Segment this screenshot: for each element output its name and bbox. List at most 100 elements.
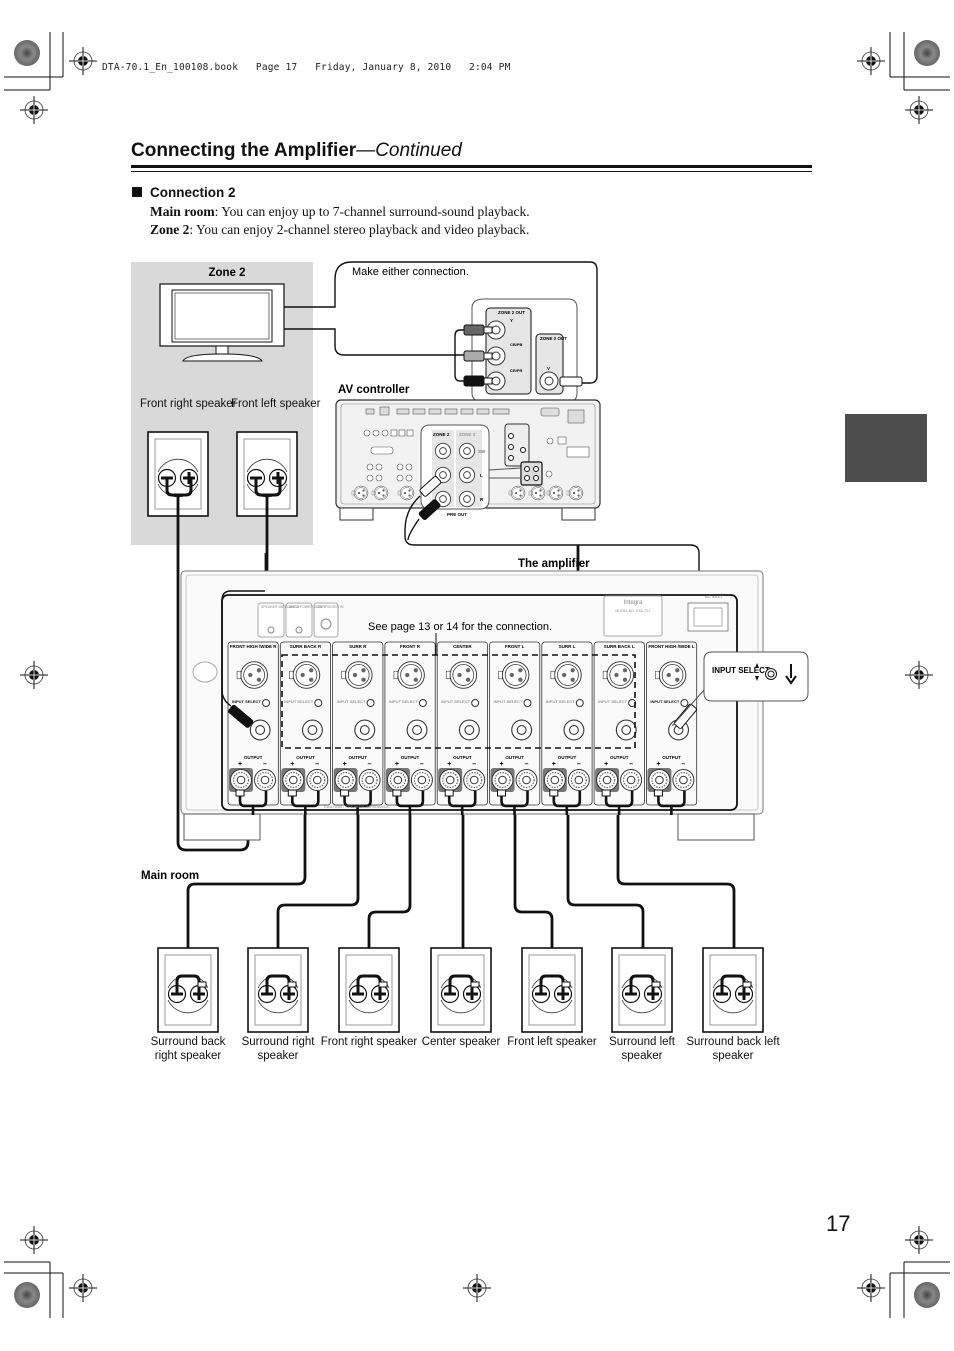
minus-label: – [315, 761, 319, 768]
amplifier-label: The amplifier [518, 558, 590, 570]
svg-text:PRE OUT: PRE OUT [447, 512, 467, 517]
make-either-connection-note: Make either connection. [352, 266, 469, 278]
channel-label: SURR BACK L [604, 644, 635, 649]
plus-label: + [290, 761, 294, 768]
input-select-label: INPUT SELECT [337, 699, 366, 704]
channel-label: FRONT HIGH /WIDE L [648, 644, 694, 649]
svg-text:CR/PR: CR/PR [510, 368, 523, 373]
minus-label: – [420, 761, 424, 768]
main-speaker-label: Front right speaker [320, 1036, 418, 1048]
output-label: OUTPUT [453, 755, 472, 760]
minus-label: – [629, 761, 633, 768]
input-select-switch[interactable] [314, 699, 323, 707]
input-select-switch[interactable] [471, 699, 480, 707]
input-select-switch[interactable] [523, 699, 532, 707]
main-speaker [338, 947, 400, 1033]
channel-label: FRONT L [505, 644, 525, 649]
svg-text:MODEL NO. DTA-70.1: MODEL NO. DTA-70.1 [615, 609, 650, 613]
svg-text:ZONE 3: ZONE 3 [459, 432, 476, 437]
av-controller-label: AV controller [338, 384, 410, 396]
svg-text:ZONE 2: ZONE 2 [433, 432, 450, 437]
svg-text:SW: SW [478, 449, 486, 454]
input-select-switch[interactable] [418, 699, 427, 707]
svg-text:INPUT SELECT: INPUT SELECT [712, 666, 770, 675]
channel-label: FRONT HIGH /WIDE R [230, 644, 277, 649]
output-label: OUTPUT [662, 755, 681, 760]
main-speaker-label: Surround right speaker [241, 1036, 315, 1062]
amp-channel: SURR R INPUT SELECT OUTPUT+ – [332, 641, 384, 815]
amp-channel: SURR BACK L INPUT SELECT OUTPUT+ – [593, 641, 645, 815]
plus-label: + [552, 761, 556, 768]
input-select-label: INPUT SELECT [284, 699, 313, 704]
zone2-label: Zone 2 [208, 267, 245, 279]
amp-channel: FRONT HIGH /WIDE L INPUT SELECT OUTPUT+ – [646, 641, 698, 815]
amp-channel: FRONT R INPUT SELECT OUTPUT+ – [384, 641, 436, 815]
input-select-label: INPUT SELECT [389, 699, 418, 704]
output-label: OUTPUT [244, 755, 263, 760]
main-speaker [702, 947, 764, 1033]
input-select-switch[interactable] [680, 699, 689, 707]
svg-text:ZONE 2 OUT: ZONE 2 OUT [540, 336, 567, 341]
minus-label: – [263, 761, 267, 768]
plus-label: + [447, 761, 451, 768]
main-speaker [611, 947, 673, 1033]
minus-label: – [525, 761, 529, 768]
main-room-speakers [157, 947, 764, 1033]
plus-label: + [500, 761, 504, 768]
input-select-label: INPUT SELECT [546, 699, 575, 704]
see-page-note: See page 13 or 14 for the connection. [368, 621, 552, 633]
output-label: OUTPUT [296, 755, 315, 760]
amp-channel: CENTER INPUT SELECT OUTPUT+ – [436, 641, 488, 815]
input-select-switch[interactable] [575, 699, 584, 707]
svg-text:Integra: Integra [624, 600, 643, 606]
main-speaker [430, 947, 492, 1033]
plus-label: + [343, 761, 347, 768]
svg-text:12V TRIGGER IN: 12V TRIGGER IN [316, 605, 344, 609]
input-select-label: INPUT SELECT [494, 699, 523, 704]
svg-text:L: L [480, 473, 483, 478]
page-number: 17 [826, 1211, 851, 1236]
output-label: OUTPUT [505, 755, 524, 760]
main-speaker-label: Center speaker [421, 1036, 501, 1048]
plus-label: + [395, 761, 399, 768]
input-select-label: INPUT SELECT [598, 699, 627, 704]
svg-text:AC INLET: AC INLET [705, 594, 724, 599]
channel-label: SURR L [559, 644, 576, 649]
channel-label: SURR BACK R [290, 644, 322, 649]
speaker-label: Front right speaker [140, 398, 237, 410]
svg-text:Y: Y [510, 318, 513, 323]
main-speaker-label: Surround back right speaker [150, 1036, 226, 1062]
minus-label: – [368, 761, 372, 768]
main-speaker [247, 947, 309, 1033]
caution-label: CAUTION : SPEAKER IMPEDANCE [324, 804, 389, 809]
main-speaker-label: Surround left speaker [609, 1036, 675, 1062]
minus-label: – [577, 761, 581, 768]
composite-plug [559, 376, 583, 387]
input-select-switch[interactable] [262, 699, 270, 707]
zone2-front-left-label: Front left speaker [231, 397, 320, 411]
output-label: OUTPUT [610, 755, 629, 760]
output-label: OUTPUT [558, 755, 577, 760]
channel-label: SURR R [349, 644, 367, 649]
amp-channel: SURR L INPUT SELECT OUTPUT+ – [541, 641, 593, 815]
amp-channel: SURR BACK R INPUT SELECT OUTPUT+ – [279, 641, 331, 815]
amp-channel: FRONT HIGH /WIDE R INPUT SELECT OUTPUT+ – [227, 641, 279, 815]
speaker-label: Front left speaker [231, 398, 321, 410]
plus-label: + [604, 761, 608, 768]
svg-text:CB/PB: CB/PB [510, 342, 523, 347]
output-label: OUTPUT [349, 755, 368, 760]
input-select-switch[interactable] [366, 699, 375, 707]
main-speaker-label: Front left speaker [507, 1036, 597, 1048]
main-speaker-label: Surround back left speaker [686, 1036, 780, 1062]
zone2-front-right-label: Front right speaker [140, 397, 237, 411]
main-speaker [521, 947, 583, 1033]
zone2-out-label: ZONE 2 OUT [498, 310, 525, 315]
channel-label: FRONT R [400, 644, 421, 649]
input-select-label: INPUT SELECT [232, 699, 261, 704]
connection-diagram: Zone 2 Make either connection. ZONE 2 OU… [131, 261, 809, 1033]
output-label: OUTPUT [401, 755, 420, 760]
input-select-label: INPUT SELECT [441, 699, 470, 704]
main-speaker [157, 947, 219, 1033]
svg-text:V: V [547, 366, 550, 371]
main-room-label: Main room [141, 870, 199, 882]
